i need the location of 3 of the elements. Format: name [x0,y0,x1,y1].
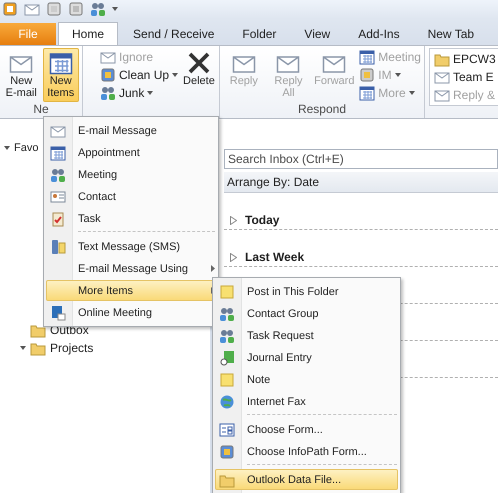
nav-header-label: Favo [14,142,38,154]
group-label: Ne [32,102,50,118]
group-label: Respond [296,102,348,118]
